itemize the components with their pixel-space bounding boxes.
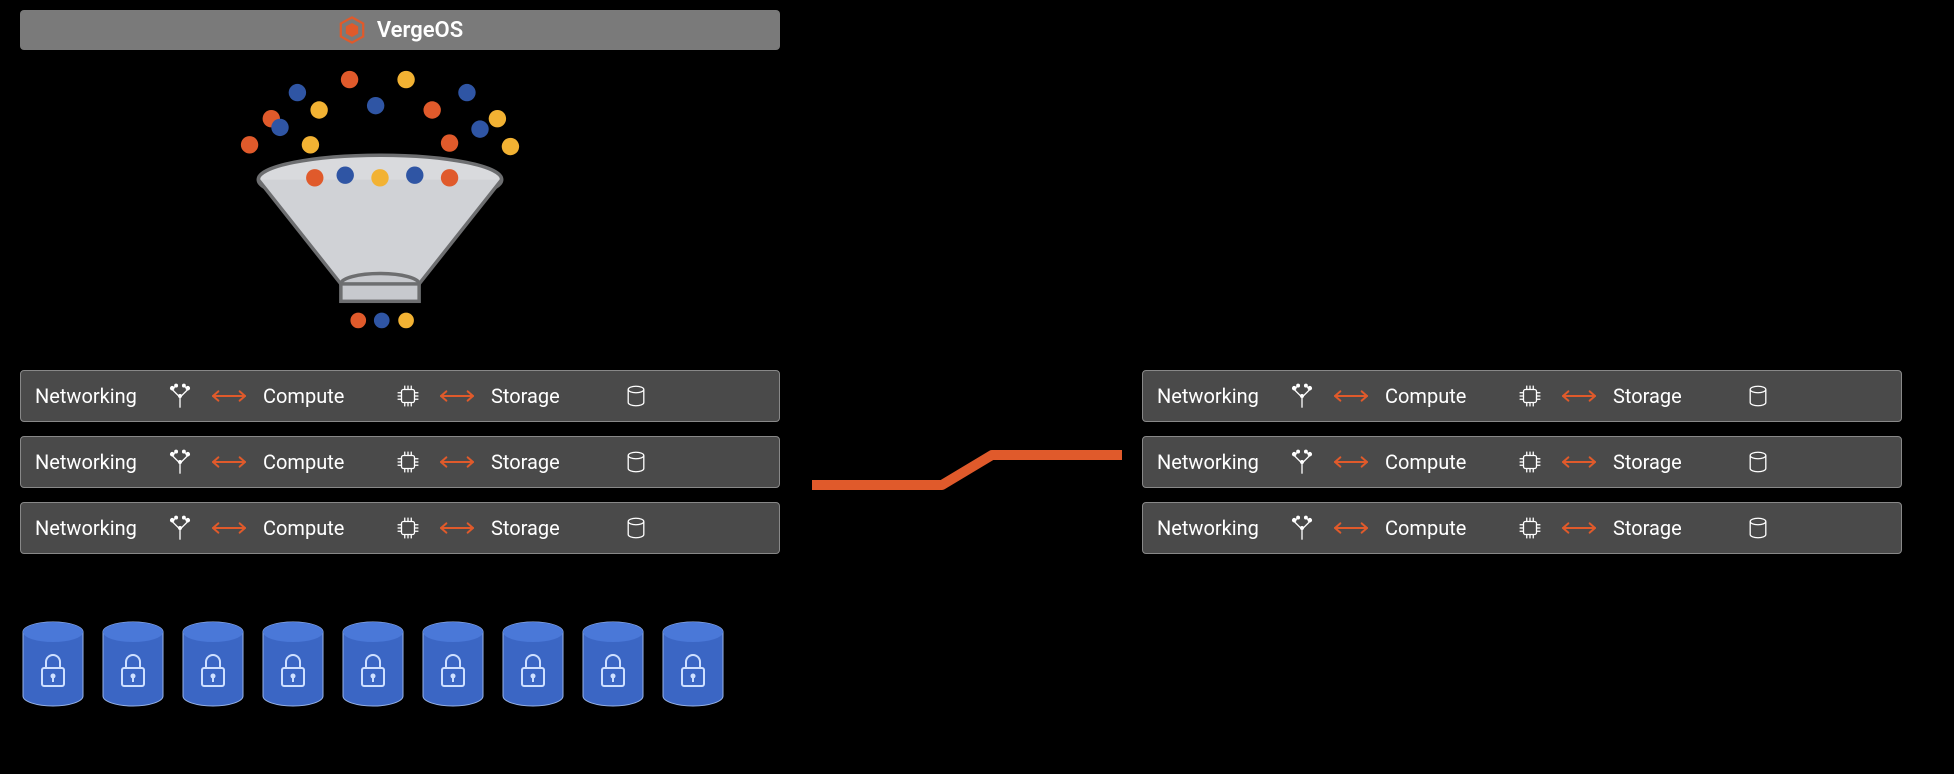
data-dot-icon [337,167,354,184]
resource-bar: Networking [1142,502,1902,554]
encrypted-db-icon [260,620,326,708]
encrypted-db-icon [500,620,566,708]
funnel-graphic [180,60,580,360]
networking-label: Networking [1157,516,1277,540]
encrypted-db-icon [20,620,86,708]
encrypted-db-icon [340,620,406,708]
encrypted-db-icon [420,620,486,708]
bidirectional-arrow-icon [437,520,477,536]
storage-label: Storage [1613,384,1733,408]
vergeos-logo-icon [337,15,367,45]
compute-label: Compute [1385,384,1505,408]
data-dot-icon [271,119,288,136]
cpu-icon [393,513,423,543]
data-dot-icon [302,136,319,153]
encrypted-db-icon [100,620,166,708]
storage-label: Storage [491,450,611,474]
cpu-icon [1515,513,1545,543]
networking-icon [165,381,195,411]
networking-icon [165,513,195,543]
networking-icon [165,447,195,477]
resource-bar: Networking [1142,370,1902,422]
data-dot-icon [397,71,414,88]
data-dot-icon [310,101,327,118]
storage-cylinder-icon [1743,447,1773,477]
encrypted-db-icon [660,620,726,708]
encrypted-db-icon [180,620,246,708]
data-dot-icon [406,167,423,184]
bidirectional-arrow-icon [1559,388,1599,404]
cpu-icon [1515,447,1545,477]
data-dot-icon [471,120,488,137]
resource-bar: Networking [20,370,780,422]
networking-icon [1287,381,1317,411]
data-dot-icon [306,169,323,186]
networking-label: Networking [35,384,155,408]
networking-label: Networking [35,450,155,474]
storage-cylinder-icon [1743,513,1773,543]
storage-cylinder-icon [621,381,651,411]
data-dot-icon [423,101,440,118]
storage-label: Storage [1613,516,1733,540]
cpu-icon [393,447,423,477]
bidirectional-arrow-icon [1559,520,1599,536]
data-dot-icon [398,313,414,329]
data-dot-icon [502,138,519,155]
right-resource-stack: Networking [1142,370,1902,554]
bidirectional-arrow-icon [437,454,477,470]
bidirectional-arrow-icon [1331,520,1371,536]
storage-label: Storage [491,384,611,408]
data-dot-icon [367,97,384,114]
networking-label: Networking [1157,450,1277,474]
compute-label: Compute [263,450,383,474]
connection-link-icon [812,430,1122,510]
storage-cylinder-icon [1743,381,1773,411]
storage-label: Storage [1613,450,1733,474]
bidirectional-arrow-icon [209,454,249,470]
data-dot-icon [374,313,390,329]
storage-cylinder-icon [621,447,651,477]
bidirectional-arrow-icon [209,520,249,536]
resource-bar: Networking [1142,436,1902,488]
compute-label: Compute [263,384,383,408]
data-dot-icon [441,169,458,186]
left-resource-stack: Networking [20,370,780,554]
compute-label: Compute [1385,450,1505,474]
storage-label: Storage [491,516,611,540]
data-dot-icon [489,110,506,127]
networking-icon [1287,447,1317,477]
vergeos-header: VergeOS [20,10,780,50]
networking-icon [1287,513,1317,543]
networking-label: Networking [35,516,155,540]
networking-label: Networking [1157,384,1277,408]
compute-label: Compute [263,516,383,540]
data-dot-icon [441,134,458,151]
data-dot-icon [458,84,475,101]
storage-cylinder-icon [621,513,651,543]
data-dot-icon [350,313,366,329]
bidirectional-arrow-icon [1331,388,1371,404]
cpu-icon [1515,381,1545,411]
data-dot-icon [341,71,358,88]
compute-label: Compute [1385,516,1505,540]
encrypted-storage-row [20,620,726,708]
cpu-icon [393,381,423,411]
data-dot-icon [371,169,388,186]
resource-bar: Networking [20,502,780,554]
bidirectional-arrow-icon [209,388,249,404]
bidirectional-arrow-icon [437,388,477,404]
header-title: VergeOS [377,18,463,43]
bidirectional-arrow-icon [1559,454,1599,470]
encrypted-db-icon [580,620,646,708]
bidirectional-arrow-icon [1331,454,1371,470]
data-dot-icon [241,136,258,153]
resource-bar: Networking [20,436,780,488]
data-dot-icon [289,84,306,101]
